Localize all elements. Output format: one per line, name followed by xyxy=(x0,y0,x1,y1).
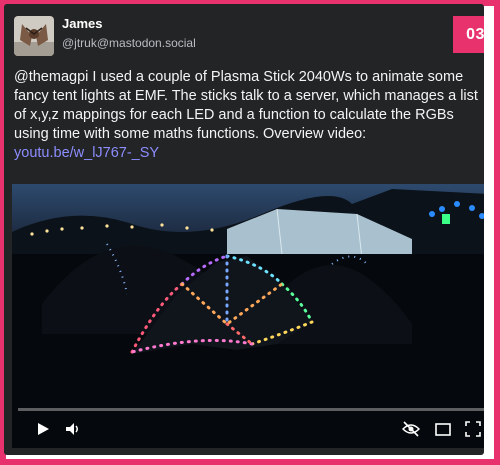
page-number-badge: 03 xyxy=(453,16,484,53)
avatar[interactable] xyxy=(14,16,54,56)
author-handle[interactable]: @jtruk@mastodon.social xyxy=(62,36,196,50)
miniplayer-icon[interactable] xyxy=(434,420,452,438)
video-link[interactable]: youtu.be/w_lJ767-_SY xyxy=(14,145,159,161)
play-icon[interactable] xyxy=(34,420,52,438)
post-text: @themagpi I used a couple of Plasma Stic… xyxy=(14,68,484,163)
fullscreen-icon[interactable] xyxy=(464,420,482,438)
post-body: @themagpi I used a couple of Plasma Stic… xyxy=(14,69,478,142)
post-card: James @jtruk@mastodon.social 03 @themagp… xyxy=(4,4,484,455)
author-name[interactable]: James xyxy=(62,16,102,31)
captions-off-icon[interactable] xyxy=(401,420,421,438)
video-progress-bar[interactable] xyxy=(18,408,484,411)
video-player[interactable] xyxy=(12,184,484,448)
volume-icon[interactable] xyxy=(64,420,82,438)
video-controls xyxy=(12,408,484,448)
